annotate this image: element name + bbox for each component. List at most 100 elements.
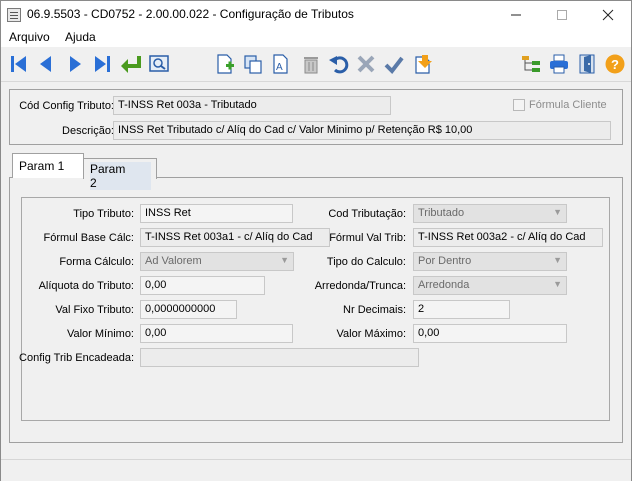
tipo-calculo-value: Por Dentro (418, 255, 472, 267)
config-encadeada-field[interactable] (140, 348, 419, 367)
confirm-button[interactable] (382, 51, 406, 77)
val-fixo-label: Val Fixo Tributo: (55, 304, 134, 316)
minimize-button[interactable] (493, 1, 539, 29)
valor-minimo-label: Valor Mínimo: (66, 328, 134, 340)
app-icon (7, 8, 21, 22)
export-icon (415, 55, 432, 74)
tipo-calculo-label: Tipo do Calculo: (326, 256, 406, 268)
printer-icon (550, 54, 568, 74)
cod-tributacao-label: Cod Tributação: (328, 208, 406, 220)
forma-calculo-select[interactable]: Ad Valorem ▼ (140, 252, 294, 271)
close-icon (602, 9, 614, 21)
new-document-icon (217, 54, 234, 74)
cod-tributacao-value: Tributado (418, 207, 465, 219)
valor-maximo-label: Valor Máximo: (336, 328, 406, 340)
tipo-tributo-label: Tipo Tributo: (73, 208, 134, 220)
chevron-down-icon: ▼ (280, 255, 289, 265)
status-bar (1, 459, 631, 481)
formul-base-label: Fórmul Base Cálc: (43, 232, 134, 244)
search-window-icon (149, 55, 169, 72)
forma-calculo-value: Ad Valorem (145, 255, 202, 267)
param1-panel: Tipo Tributo: INSS Ret Cod Tributação: T… (19, 197, 610, 421)
printer-button[interactable] (547, 51, 571, 77)
previous-record-icon (40, 56, 51, 72)
tab-param1-label: Param 1 (19, 159, 65, 173)
menu-ajuda[interactable]: Ajuda (65, 30, 96, 44)
nr-decimais-field[interactable]: 2 (413, 300, 510, 319)
menu-arquivo[interactable]: Arquivo (9, 30, 50, 44)
header-panel: Cód Config Tributo: T-INSS Ret 003a - Tr… (9, 89, 623, 145)
search-window-button[interactable] (147, 51, 171, 77)
exit-button[interactable] (576, 51, 600, 77)
minimize-icon (511, 14, 521, 16)
arredonda-label: Arredonda/Trunca: (314, 280, 406, 292)
enter-button[interactable] (119, 51, 143, 77)
descricao-label: Descrição: (62, 125, 114, 137)
edit-text-button[interactable]: A (269, 51, 293, 77)
copy-icon (244, 55, 262, 74)
toolbar-separator (1, 81, 631, 82)
formul-val-label: Fórmul Val Trib: (329, 232, 406, 244)
edit-text-icon: A (273, 54, 288, 74)
next-record-button[interactable] (63, 51, 87, 77)
close-button[interactable] (585, 1, 631, 29)
arredonda-select[interactable]: Arredonda ▼ (413, 276, 567, 295)
help-button[interactable]: ? (603, 51, 627, 77)
menu-bar: Arquivo Ajuda (1, 29, 631, 47)
previous-record-button[interactable] (34, 51, 58, 77)
cod-config-label: Cód Config Tributo: (19, 100, 114, 112)
tab-param1[interactable]: Param 1 (12, 153, 84, 178)
cod-config-field[interactable]: T-INSS Ret 003a - Tributado (113, 96, 391, 115)
maximize-button[interactable] (539, 1, 585, 29)
enter-icon (121, 56, 141, 73)
aliquota-label: Alíquota do Tributo: (38, 280, 134, 292)
arredonda-value: Arredonda (418, 279, 470, 291)
main-window: 06.9.5503 - CD0752 - 2.00.00.022 - Confi… (0, 0, 632, 481)
tabs-container: Tipo Tributo: INSS Ret Cod Tributação: T… (9, 153, 623, 443)
last-record-button[interactable] (90, 51, 114, 77)
export-button[interactable] (411, 51, 435, 77)
first-record-button[interactable] (7, 51, 31, 77)
undo-icon (329, 56, 349, 74)
config-encadeada-label: Config Trib Encadeada: (19, 352, 134, 364)
chevron-down-icon: ▼ (553, 207, 562, 217)
maximize-icon (557, 10, 567, 20)
svg-text:A: A (276, 62, 283, 73)
formul-val-field[interactable]: T-INSS Ret 003a2 - c/ Alíq do Cad (413, 228, 603, 247)
tipo-tributo-field[interactable]: INSS Ret (140, 204, 293, 223)
tab-param2-label: Param 2 (90, 162, 152, 190)
copy-button[interactable] (241, 51, 265, 77)
svg-text:?: ? (611, 57, 619, 72)
valor-minimo-field[interactable]: 0,00 (140, 324, 293, 343)
tree-structure-button[interactable] (519, 51, 543, 77)
tree-structure-icon (522, 56, 540, 72)
aliquota-field[interactable]: 0,00 (140, 276, 265, 295)
new-document-button[interactable] (213, 51, 237, 77)
confirm-icon (384, 56, 404, 75)
exit-door-icon (579, 54, 595, 74)
descricao-field[interactable]: INSS Ret Tributado c/ Alíq do Cad c/ Val… (113, 121, 611, 140)
help-icon: ? (605, 54, 625, 74)
delete-button[interactable] (299, 51, 323, 77)
undo-button[interactable] (327, 51, 351, 77)
chevron-down-icon: ▼ (553, 255, 562, 265)
chevron-down-icon: ▼ (553, 279, 562, 289)
cancel-icon (357, 55, 375, 73)
cod-tributacao-select[interactable]: Tributado ▼ (413, 204, 567, 223)
tab-param2[interactable]: Param 2 (83, 158, 157, 190)
tipo-calculo-select[interactable]: Por Dentro ▼ (413, 252, 567, 271)
valor-maximo-field[interactable]: 0,00 (413, 324, 567, 343)
formula-cliente-label: Fórmula Cliente (529, 99, 607, 111)
window-title: 06.9.5503 - CD0752 - 2.00.00.022 - Confi… (27, 7, 354, 21)
toolbar: A ? (1, 47, 631, 81)
next-record-icon (70, 56, 81, 72)
formula-cliente-checkbox[interactable] (513, 99, 525, 111)
forma-calculo-label: Forma Cálculo: (59, 256, 134, 268)
last-record-icon (95, 56, 110, 72)
cancel-button[interactable] (354, 51, 378, 77)
nr-decimais-label: Nr Decimais: (343, 304, 406, 316)
formul-base-field[interactable]: T-INSS Ret 003a1 - c/ Alíq do Cad (140, 228, 330, 247)
first-record-icon (11, 56, 26, 72)
title-bar: 06.9.5503 - CD0752 - 2.00.00.022 - Confi… (1, 1, 631, 29)
val-fixo-field[interactable]: 0,0000000000 (140, 300, 237, 319)
